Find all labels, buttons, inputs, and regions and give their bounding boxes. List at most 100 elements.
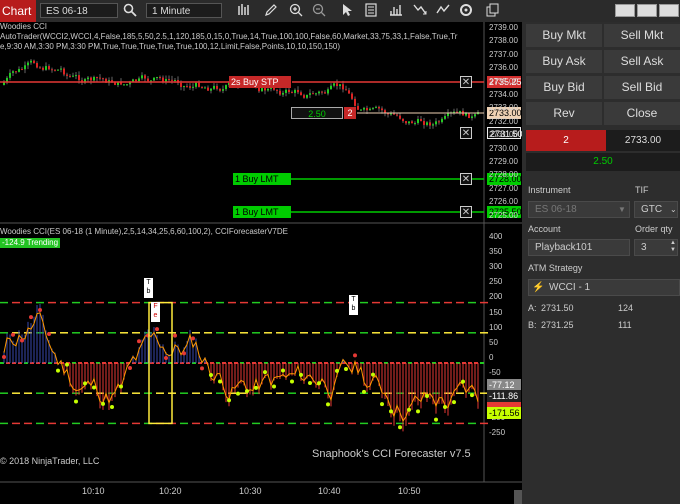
candle-body <box>300 92 302 96</box>
candle-body <box>363 107 365 110</box>
strategy-icon[interactable] <box>412 3 428 19</box>
data-box-icon[interactable] <box>363 3 379 19</box>
candle-body <box>201 86 203 88</box>
copy-icon[interactable] <box>485 3 501 19</box>
candle-body <box>54 69 56 71</box>
candle-body <box>420 119 422 122</box>
indicator-params-line-1: AutoTrader(WCCI2,WCCI,4,False,185,5,50,2… <box>0 32 458 41</box>
candle-body <box>372 107 374 109</box>
candle-body <box>171 79 173 81</box>
position-avg-price: 2733.00 <box>606 130 680 151</box>
price-tick: 2732.00 <box>489 116 518 126</box>
instrument-field[interactable]: ES 06-18 <box>528 201 630 218</box>
buy-stp-order-label[interactable]: 2s Buy STP <box>229 76 291 88</box>
scroll-handle[interactable] <box>514 490 522 504</box>
close-position-icon[interactable]: ✕ <box>460 127 472 139</box>
buy-lmt-order-1[interactable]: 1 Buy LMT <box>233 173 291 185</box>
cancel-buy-stp-icon[interactable]: ✕ <box>460 76 472 88</box>
atm-strategy-select[interactable]: WCCI - 1 <box>528 279 680 296</box>
pencil-icon[interactable] <box>263 3 279 19</box>
candle-body <box>405 121 407 124</box>
account-select[interactable]: Playback101 <box>528 239 630 256</box>
chart-canvas[interactable] <box>0 22 522 504</box>
candle-body <box>153 77 155 81</box>
lightning-icon: ⚡ <box>532 282 545 293</box>
tif-dropdown-icon[interactable]: ⌄ <box>670 201 680 218</box>
candle-body <box>369 108 371 111</box>
cancel-buy-lmt-1-icon[interactable]: ✕ <box>460 173 472 185</box>
buy-lmt-order-2[interactable]: 1 Buy LMT <box>233 206 291 218</box>
cci-tick: 150 <box>489 307 503 317</box>
instrument-dropdown-icon[interactable]: ▼ <box>618 201 630 218</box>
candle-body <box>75 75 77 77</box>
candle-body <box>426 122 428 125</box>
bar-chart-icon[interactable] <box>236 3 252 19</box>
cci-dot <box>20 338 24 343</box>
position-qty-label[interactable]: 2 <box>344 107 356 119</box>
candle-body <box>33 60 35 64</box>
candle-body <box>393 113 395 115</box>
candle-body <box>339 84 341 87</box>
cci-tick: 0 <box>489 352 494 362</box>
ask-size: 124 <box>618 303 634 313</box>
candle-body <box>24 65 26 70</box>
candle-body <box>330 85 332 90</box>
trend-badge: -124.9 Trending <box>0 238 61 248</box>
reverse-button[interactable]: Rev <box>526 102 602 125</box>
cci-dot <box>236 391 240 396</box>
maximize-button[interactable] <box>637 4 657 17</box>
minimize-button[interactable] <box>615 4 635 17</box>
candle-body <box>213 85 215 89</box>
cci-axis[interactable]: 400350300250200150100500-50-100-150-200-… <box>487 232 522 482</box>
time-axis[interactable]: 10:10 10:20 10:30 10:40 10:50 <box>0 482 484 504</box>
cci-dot <box>83 381 87 386</box>
candle-body <box>318 91 320 94</box>
bid-size: 111 <box>618 320 632 330</box>
candle-body <box>207 87 209 91</box>
candle-body <box>189 86 191 88</box>
price-axis[interactable]: 2739.00 2738.00 2737.00 2736.00 2735.00 2734.… <box>487 22 522 222</box>
search-icon[interactable] <box>122 3 138 19</box>
buy-mkt-button[interactable]: Buy Mkt <box>526 24 602 47</box>
cancel-buy-lmt-2-icon[interactable]: ✕ <box>460 206 472 218</box>
copyright-text: © 2018 NinjaTrader, LLC <box>0 456 100 466</box>
candle-body <box>183 86 185 88</box>
buy-bid-button[interactable]: Buy Bid <box>526 76 602 99</box>
instrument-selector[interactable]: ES 06-18 <box>40 3 118 18</box>
candle-body <box>366 107 368 111</box>
cci-tick: 300 <box>489 262 503 272</box>
indicators-icon[interactable] <box>435 3 451 19</box>
chart-toolbar: Chart ES 06-18 1 Minute <box>0 0 680 23</box>
candle-body <box>294 89 296 93</box>
position-pnl-label: 2.50 <box>291 107 343 119</box>
sell-ask-button[interactable]: Sell Ask <box>604 50 680 73</box>
chart-trader-panel: Buy Mkt Sell Mkt Buy Ask Sell Ask Buy Bi… <box>522 22 680 504</box>
candle-body <box>348 90 350 94</box>
cci-dot <box>11 332 15 337</box>
properties-icon[interactable] <box>458 3 474 19</box>
candle-body <box>225 85 227 90</box>
interval-selector[interactable]: 1 Minute <box>146 3 222 18</box>
qty-stepper-icon[interactable]: ▲ ▼ <box>668 240 678 255</box>
close-position-button[interactable]: Close <box>604 102 680 125</box>
sell-mkt-button[interactable]: Sell Mkt <box>604 24 680 47</box>
close-window-button[interactable] <box>659 4 679 17</box>
candle-body <box>174 80 176 82</box>
candle-body <box>162 77 164 82</box>
candle-body <box>36 63 38 68</box>
sell-bid-button[interactable]: Sell Bid <box>604 76 680 99</box>
candle-body <box>87 77 89 80</box>
candle-body <box>303 95 305 98</box>
cursor-icon[interactable] <box>339 3 355 19</box>
candle-body <box>60 68 62 70</box>
signal-marker-3: T b <box>349 295 358 315</box>
buy-ask-button[interactable]: Buy Ask <box>526 50 602 73</box>
zoom-in-icon[interactable] <box>288 3 304 19</box>
chart-trader-icon[interactable] <box>388 3 404 19</box>
zoom-out-icon[interactable] <box>311 3 327 19</box>
cci-dot <box>461 379 465 384</box>
tif-label: TIF <box>635 185 649 195</box>
candle-body <box>147 78 149 82</box>
candle-body <box>309 93 311 95</box>
chart-area[interactable]: Woodies CCI AutoTrader(WCCI2,WCCI,4,Fals… <box>0 22 523 504</box>
